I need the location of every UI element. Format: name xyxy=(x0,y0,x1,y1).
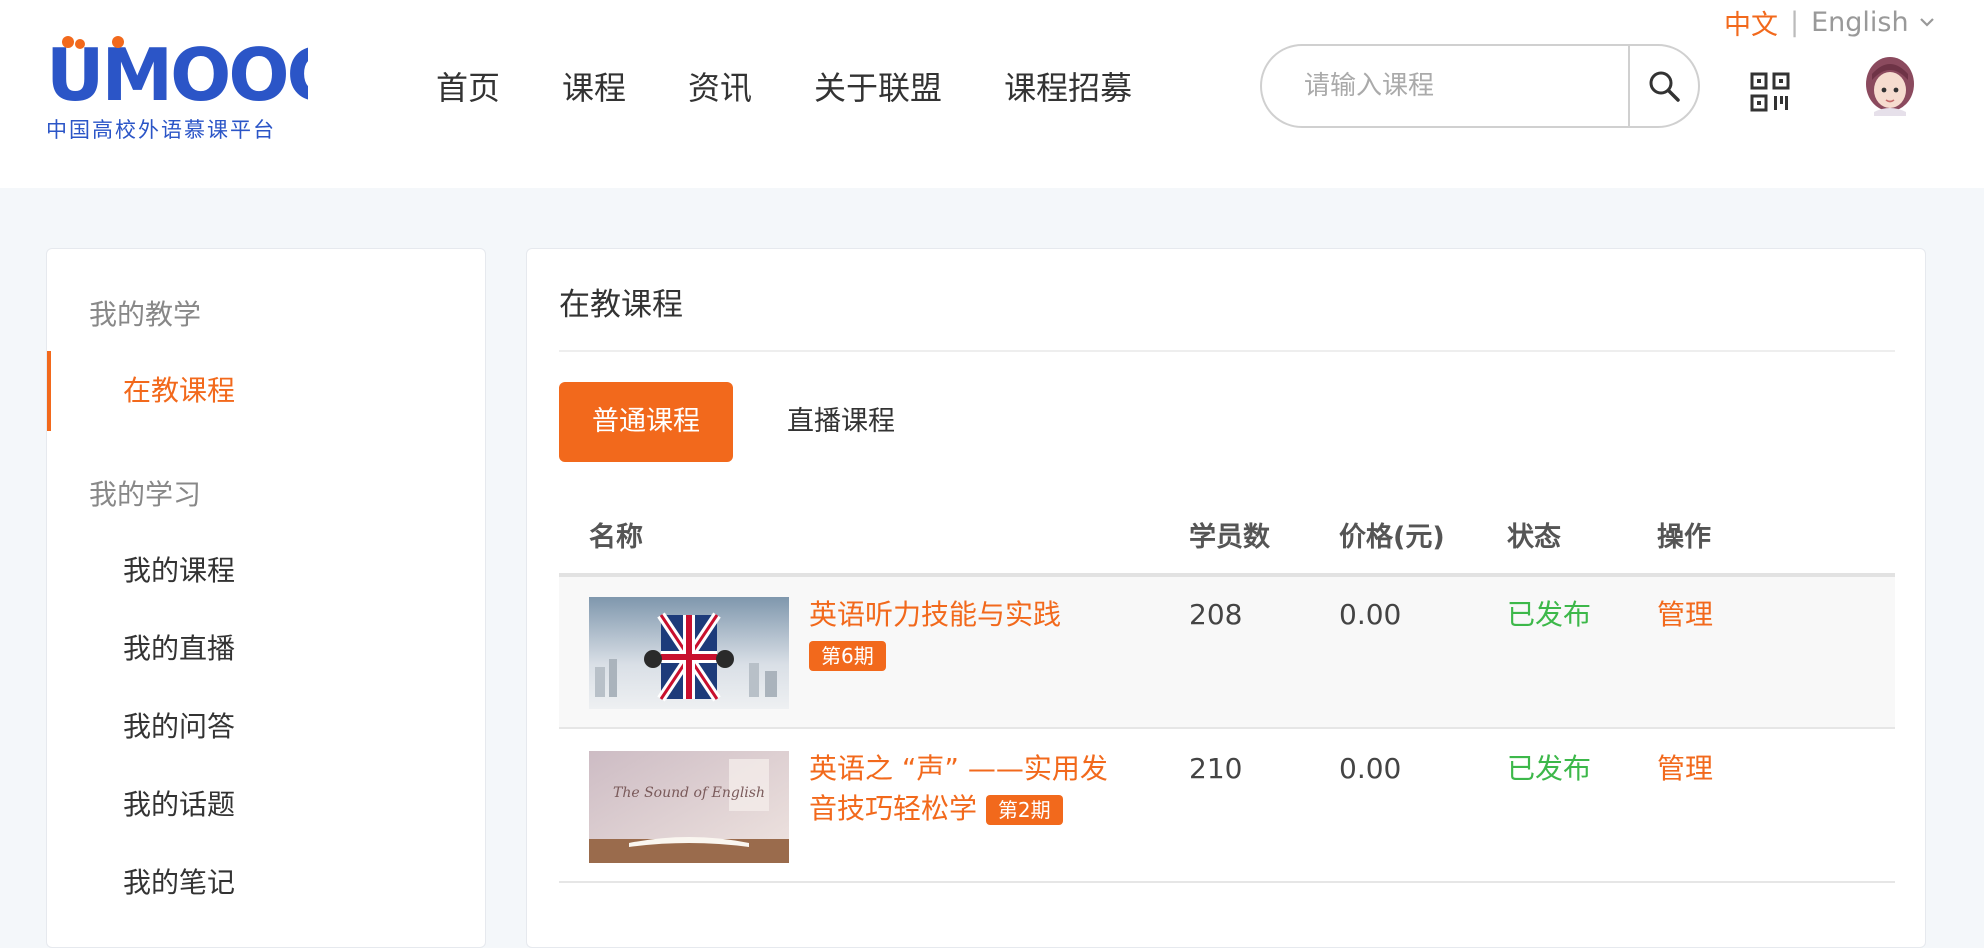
tab-live-courses[interactable]: 直播课程 xyxy=(771,382,911,462)
price-value: 0.00 xyxy=(1339,752,1402,785)
column-header-status: 状态 xyxy=(1507,522,1561,553)
site-header: UMOOCs 中国高校外语慕课平台 首页 课程 资讯 关于联盟 课程招募 中文 … xyxy=(0,0,1984,188)
course-name-link[interactable]: 英语之 “声” ——实用发音技巧轻松学 第2期 xyxy=(809,749,1119,829)
price-value: 0.00 xyxy=(1339,598,1402,631)
sidebar-group-teaching: 我的教学 xyxy=(89,298,202,331)
sidebar-item-my-topics[interactable]: 我的话题 xyxy=(47,765,485,845)
svg-text:The Sound of English: The Sound of English xyxy=(613,785,765,801)
sidebar-group-learning: 我的学习 xyxy=(89,478,202,511)
column-header-price: 价格(元) xyxy=(1339,522,1445,553)
course-title: 英语听力技能与实践 xyxy=(809,598,1062,631)
manage-link[interactable]: 管理 xyxy=(1657,595,1713,635)
course-name-link[interactable]: 英语听力技能与实践 第6期 xyxy=(809,595,1119,675)
search-icon xyxy=(1649,71,1680,102)
nav-about[interactable]: 关于联盟 xyxy=(814,64,942,112)
column-header-name: 名称 xyxy=(589,522,643,553)
term-badge: 第6期 xyxy=(809,641,886,671)
students-count: 210 xyxy=(1189,752,1243,785)
course-thumbnail[interactable]: The Sound of English xyxy=(589,751,789,863)
search-box xyxy=(1260,44,1700,128)
sidebar-item-my-live[interactable]: 我的直播 xyxy=(47,609,485,689)
nav-recruit[interactable]: 课程招募 xyxy=(1004,64,1132,112)
column-header-action: 操作 xyxy=(1657,522,1711,553)
site-logo[interactable]: UMOOCs 中国高校外语慕课平台 xyxy=(46,36,308,142)
students-count: 208 xyxy=(1189,598,1243,631)
page-title: 在教课程 xyxy=(559,287,683,323)
course-title: 英语之 “声” ——实用发音技巧轻松学 xyxy=(809,752,1108,825)
tab-regular-courses[interactable]: 普通课程 xyxy=(559,382,733,462)
main-panel: 在教课程 普通课程 直播课程 名称 学员数 价格(元) 状态 操作 英语听力技能… xyxy=(526,248,1926,948)
title-divider xyxy=(559,350,1895,352)
sidebar-item-my-notes[interactable]: 我的笔记 xyxy=(47,843,485,923)
lang-zh[interactable]: 中文 xyxy=(1724,3,1778,42)
sidebar: 我的教学 在教课程 我的学习 我的课程 我的直播 我的问答 我的话题 我的笔记 xyxy=(46,248,486,948)
lang-separator: | xyxy=(1790,6,1800,38)
sidebar-item-teaching-courses[interactable]: 在教课程 xyxy=(47,351,485,431)
sidebar-item-my-courses[interactable]: 我的课程 xyxy=(47,531,485,611)
column-header-students: 学员数 xyxy=(1189,522,1270,553)
qr-code-icon[interactable] xyxy=(1750,72,1790,112)
nav-courses[interactable]: 课程 xyxy=(562,64,626,112)
user-avatar[interactable] xyxy=(1864,56,1916,116)
status-badge: 已发布 xyxy=(1507,598,1592,631)
logo-subtitle: 中国高校外语慕课平台 xyxy=(46,118,276,142)
svg-text:UMOOCs: UMOOCs xyxy=(46,36,308,106)
main-nav: 首页 课程 资讯 关于联盟 课程招募 xyxy=(436,64,1194,112)
umoocs-logo-mark: UMOOCs xyxy=(46,36,308,106)
sidebar-item-my-qa[interactable]: 我的问答 xyxy=(47,687,485,767)
table-row: 英语听力技能与实践 第6期 208 0.00 已发布 管理 xyxy=(559,577,1895,729)
nav-news[interactable]: 资讯 xyxy=(688,64,752,112)
term-badge: 第2期 xyxy=(985,795,1063,825)
search-button[interactable] xyxy=(1628,46,1698,126)
search-input[interactable] xyxy=(1262,46,1628,126)
manage-link[interactable]: 管理 xyxy=(1657,749,1713,789)
nav-home[interactable]: 首页 xyxy=(436,64,500,112)
status-badge: 已发布 xyxy=(1507,752,1592,785)
course-thumbnail[interactable] xyxy=(589,597,789,709)
chevron-down-icon[interactable] xyxy=(1919,16,1935,28)
table-row: The Sound of English 英语之 “声” ——实用发音技巧轻松学… xyxy=(559,731,1895,883)
language-switcher: 中文 | English xyxy=(1724,3,1935,42)
lang-en[interactable]: English xyxy=(1811,7,1909,38)
